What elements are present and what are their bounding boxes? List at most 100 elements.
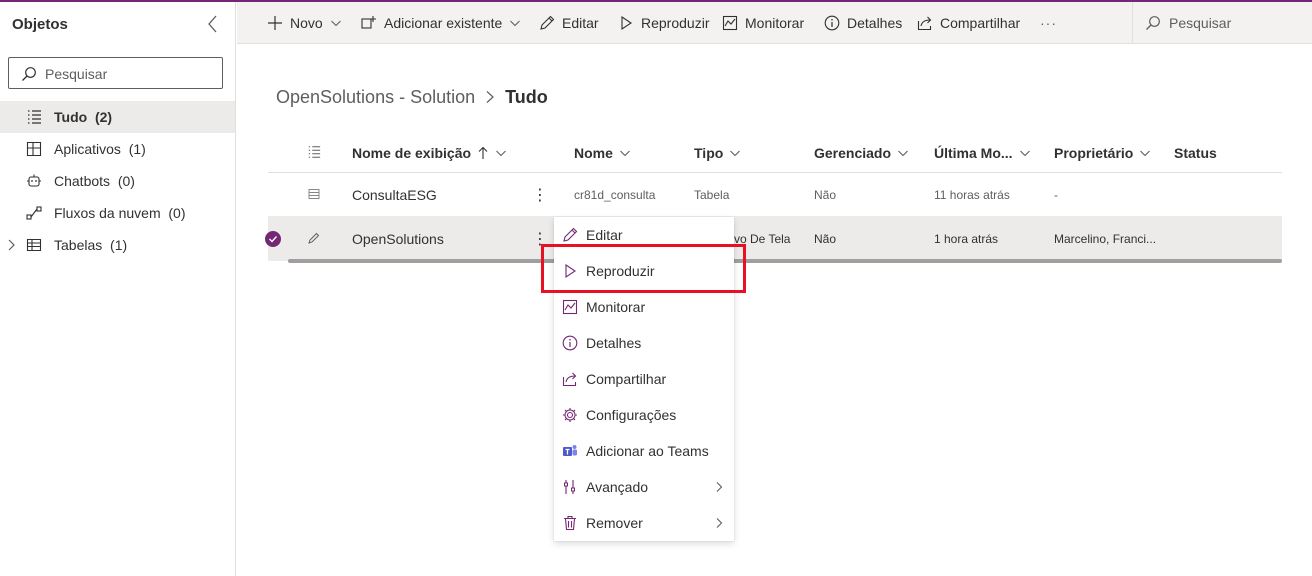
sidebar-search-input[interactable] bbox=[45, 64, 215, 84]
edit-label: Editar bbox=[562, 15, 599, 31]
menu-item-play[interactable]: Reproduzir bbox=[554, 253, 734, 289]
breadcrumb-current: Tudo bbox=[505, 86, 548, 107]
chevron-down-icon bbox=[898, 150, 908, 157]
column-header-status[interactable]: Status bbox=[1174, 133, 1217, 173]
column-header-display-name[interactable]: Nome de exibição bbox=[352, 133, 507, 173]
column-header-type[interactable]: Tipo bbox=[694, 133, 741, 173]
chevron-down-icon bbox=[730, 150, 741, 157]
sidebar-search-box[interactable] bbox=[8, 57, 223, 89]
menu-item-label: Detalhes bbox=[586, 335, 642, 351]
cell-owner: Marcelino, Franci... bbox=[1054, 232, 1157, 246]
edit-icon bbox=[563, 227, 578, 242]
info-icon bbox=[562, 335, 578, 351]
add-icon bbox=[268, 16, 282, 30]
pencil-icon bbox=[308, 232, 320, 244]
play-label: Reproduzir bbox=[641, 15, 710, 31]
cell-type: vo De Tela bbox=[734, 232, 791, 246]
details-label: Detalhes bbox=[847, 15, 903, 31]
sidebar-item-label: Chatbots bbox=[54, 173, 111, 189]
monitor-icon bbox=[562, 299, 578, 315]
new-button[interactable]: Novo bbox=[267, 2, 342, 44]
bot-icon bbox=[27, 174, 41, 187]
add-existing-icon bbox=[361, 16, 376, 29]
menu-item-remove[interactable]: Remover bbox=[554, 505, 734, 541]
menu-item-label: Remover bbox=[586, 515, 643, 531]
advanced-icon bbox=[564, 480, 575, 494]
add-existing-button[interactable]: Adicionar existente bbox=[361, 2, 521, 44]
sidebar-item-aplicativos[interactable]: Aplicativos (1) bbox=[0, 133, 235, 165]
menu-item-edit[interactable]: Editar bbox=[554, 217, 734, 253]
list-icon bbox=[28, 110, 41, 124]
play-button[interactable]: Reproduzir bbox=[618, 2, 709, 44]
sidebar-item-chatbots[interactable]: Chatbots (0) bbox=[0, 165, 235, 197]
column-header-managed[interactable]: Gerenciado bbox=[814, 133, 909, 173]
cell-owner: - bbox=[1054, 188, 1058, 202]
delete-icon bbox=[564, 515, 576, 531]
sidebar-item-tabelas[interactable]: Tabelas (1) bbox=[0, 229, 235, 261]
chevron-down-icon bbox=[510, 20, 521, 27]
menu-item-share[interactable]: Compartilhar bbox=[554, 361, 734, 397]
column-options-icon[interactable] bbox=[307, 145, 321, 159]
sidebar-item-count: (1) bbox=[110, 237, 128, 253]
sidebar-title: Objetos bbox=[12, 16, 68, 33]
chevron-down-icon bbox=[1140, 150, 1151, 157]
menu-item-details[interactable]: Detalhes bbox=[554, 325, 734, 361]
sidebar-item-count: (1) bbox=[128, 141, 146, 157]
monitor-button[interactable]: Monitorar bbox=[722, 2, 804, 44]
row-selected-checkmark-icon[interactable] bbox=[265, 231, 281, 247]
context-menu: Editar Reproduzir Monitorar Detalhes Com… bbox=[554, 217, 734, 541]
search-icon bbox=[1146, 16, 1160, 30]
command-separator bbox=[1132, 2, 1133, 44]
more-options-icon[interactable]: ⋮ bbox=[532, 173, 546, 217]
more-commands-label: ··· bbox=[1040, 15, 1057, 31]
flow-icon bbox=[26, 206, 42, 220]
table-row[interactable]: OpenSolutions ⋮ vo De Tela Não 1 hora at… bbox=[265, 217, 1282, 261]
share-icon bbox=[917, 16, 932, 31]
breadcrumb-parent[interactable]: OpenSolutions - Solution bbox=[276, 87, 475, 108]
command-bar: Novo Adicionar existente Editar Reproduz… bbox=[237, 2, 1312, 44]
chevron-right-icon bbox=[716, 518, 723, 528]
sort-ascending-icon bbox=[478, 146, 488, 159]
share-icon bbox=[562, 372, 577, 387]
menu-item-settings[interactable]: Configurações bbox=[554, 397, 734, 433]
horizontal-scrollbar[interactable] bbox=[288, 259, 1282, 263]
menu-item-label: Avançado bbox=[586, 479, 649, 495]
chevron-right-icon[interactable] bbox=[6, 238, 16, 252]
sidebar-item-count: (2) bbox=[94, 109, 113, 125]
settings-icon bbox=[563, 408, 577, 422]
column-header-name[interactable]: Nome bbox=[574, 133, 631, 173]
chevron-right-icon bbox=[486, 91, 495, 103]
menu-item-monitor[interactable]: Monitorar bbox=[554, 289, 734, 325]
details-button[interactable]: Detalhes bbox=[824, 2, 902, 44]
sidebar-item-tudo[interactable]: Tudo (2) bbox=[0, 101, 235, 133]
cell-display-name: ConsultaESG bbox=[352, 187, 437, 203]
sidebar-item-label: Fluxos da nuvem bbox=[54, 205, 161, 221]
menu-item-add-to-teams[interactable]: Adicionar ao Teams bbox=[554, 433, 734, 469]
table-icon bbox=[308, 189, 320, 199]
chevron-down-icon bbox=[496, 150, 506, 157]
edit-button[interactable]: Editar bbox=[539, 2, 599, 44]
cell-modified: 1 hora atrás bbox=[934, 232, 999, 246]
chevron-down-icon bbox=[1019, 150, 1030, 157]
chevron-down-icon bbox=[620, 150, 630, 157]
sidebar-item-fluxos[interactable]: Fluxos da nuvem (0) bbox=[0, 197, 235, 229]
table-row[interactable]: ConsultaESG ⋮ cr81d_consulta Tabela Não … bbox=[268, 173, 1282, 217]
more-options-icon[interactable]: ⋮ bbox=[532, 217, 546, 261]
column-header-label: Gerenciado bbox=[814, 145, 892, 161]
monitor-label: Monitorar bbox=[745, 15, 805, 31]
menu-item-label: Adicionar ao Teams bbox=[586, 443, 709, 459]
chevron-left-icon[interactable] bbox=[205, 14, 221, 34]
more-commands-icon[interactable]: ··· bbox=[1040, 15, 1060, 31]
column-header-modified[interactable]: Última Mo... bbox=[934, 133, 1031, 173]
menu-item-label: Editar bbox=[586, 227, 623, 243]
column-header-label: Status bbox=[1174, 145, 1217, 161]
play-icon bbox=[565, 263, 576, 279]
sidebar-item-label: Tudo bbox=[54, 109, 88, 125]
column-header-owner[interactable]: Proprietário bbox=[1054, 133, 1151, 173]
add-existing-label: Adicionar existente bbox=[384, 15, 503, 31]
menu-item-advanced[interactable]: Avançado bbox=[554, 469, 734, 505]
sidebar-item-count: (0) bbox=[168, 205, 186, 221]
objects-sidebar: Objetos Tudo (2) Aplicativos (1) Chatbot… bbox=[0, 2, 236, 576]
share-button[interactable]: Compartilhar bbox=[917, 2, 1020, 44]
command-search-box[interactable]: Pesquisar bbox=[1145, 2, 1231, 44]
